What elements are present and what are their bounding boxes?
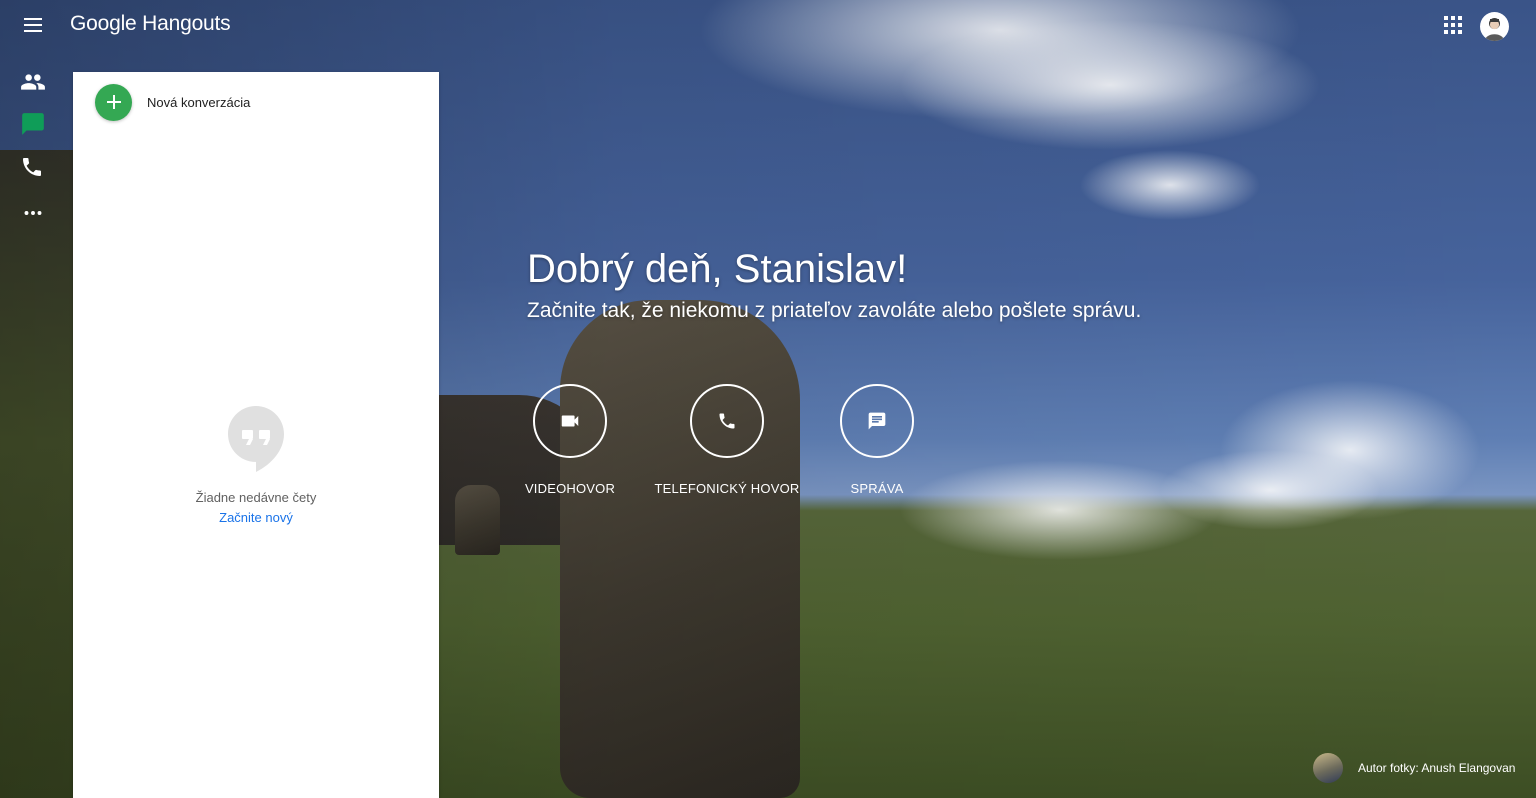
logo-hangouts: Hangouts: [142, 12, 231, 35]
start-new-link[interactable]: Začnite nový: [73, 510, 439, 525]
top-bar: Google Hangouts: [0, 0, 1536, 52]
app-logo: Google Hangouts: [70, 12, 231, 36]
videocam-icon: [561, 415, 579, 427]
more-icon[interactable]: [20, 200, 46, 226]
contacts-icon[interactable]: [20, 69, 46, 95]
conversation-panel: Nová konverzácia Žiadne nedávne čety Zač…: [73, 72, 439, 798]
phone-call-button[interactable]: TELEFONICKÝ HOVOR: [655, 384, 799, 496]
video-call-label: VIDEOHOVOR: [524, 481, 616, 496]
photo-credit-text: Autor fotky: Anush Elangovan: [1358, 761, 1516, 775]
photo-credit[interactable]: Autor fotky: Anush Elangovan: [1313, 753, 1515, 783]
user-avatar[interactable]: [1480, 12, 1509, 41]
logo-google: Google: [70, 12, 137, 35]
phone-call-icon: [719, 413, 735, 429]
phone-icon[interactable]: [20, 155, 46, 181]
photographer-avatar: [1313, 753, 1343, 783]
phone-call-label: TELEFONICKÝ HOVOR: [654, 481, 800, 496]
apps-grid-icon[interactable]: [1444, 16, 1464, 36]
message-button[interactable]: SPRÁVA: [840, 384, 914, 496]
hangouts-quote-icon: [228, 406, 284, 472]
greeting-subtitle: Začnite tak, že niekomu z priateľov zavo…: [527, 299, 1142, 322]
empty-title: Žiadne nedávne čety: [195, 490, 317, 505]
message-label: SPRÁVA: [850, 481, 904, 496]
new-conversation-button[interactable]: Nová konverzácia: [95, 83, 250, 121]
empty-state: Žiadne nedávne čety Začnite nový: [73, 406, 439, 525]
greeting-block: Dobrý deň, Stanislav! Začnite tak, že ni…: [527, 244, 1141, 324]
hamburger-menu-icon[interactable]: [20, 14, 46, 38]
greeting-title: Dobrý deň, Stanislav!: [527, 247, 908, 291]
message-icon: [868, 412, 886, 430]
video-call-button[interactable]: VIDEOHOVOR: [525, 384, 615, 496]
new-conversation-label: Nová konverzácia: [147, 94, 251, 110]
conversations-icon[interactable]: [20, 111, 46, 137]
plus-icon: [95, 83, 132, 121]
